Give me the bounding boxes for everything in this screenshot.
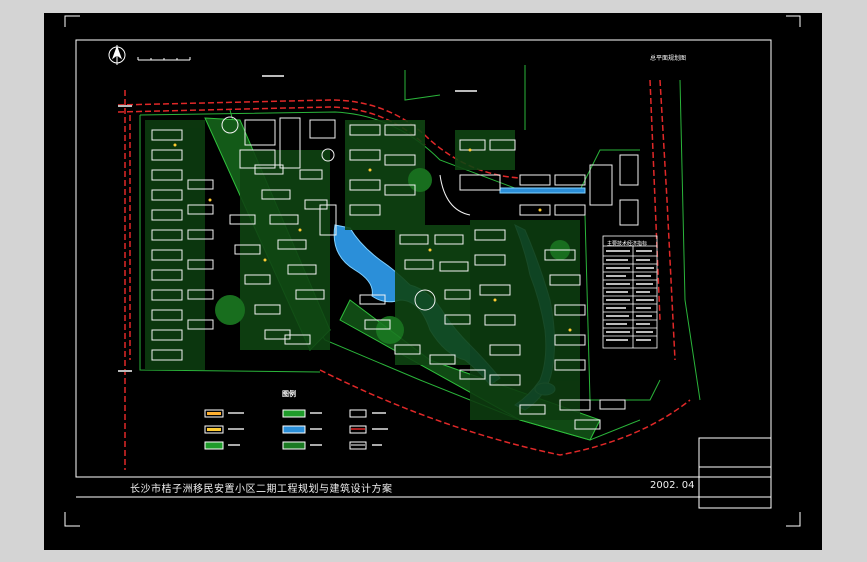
plan-label: 总平面规划图	[650, 55, 687, 62]
north-arrow-icon	[108, 45, 126, 65]
legend-title: 图例	[282, 390, 296, 398]
scale-bar-icon	[137, 57, 191, 61]
table-title: 主要技术经济指标	[607, 241, 648, 247]
drawing-title: 长沙市桔子洲移民安置小区二期工程规划与建筑设计方案	[130, 484, 393, 495]
legend	[204, 409, 388, 450]
site-plan-drawing	[64, 15, 801, 527]
drawing-date: 2002. 04	[650, 480, 695, 491]
